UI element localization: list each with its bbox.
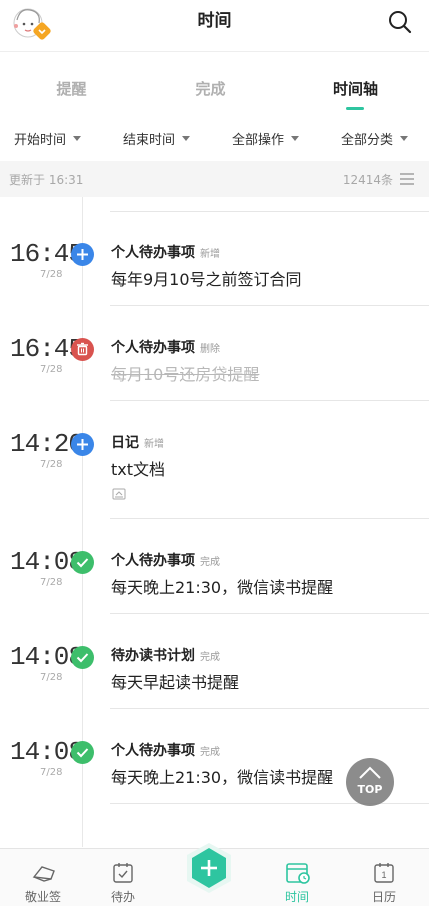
filter-start-time-label: 开始时间 bbox=[14, 133, 67, 148]
entry-date: 7/28 bbox=[40, 767, 63, 778]
caret-down-icon bbox=[73, 136, 82, 141]
entry-operation: 完成 bbox=[200, 652, 220, 663]
entry-operation: 完成 bbox=[200, 557, 220, 568]
nav-calendar[interactable]: 1 日历 bbox=[341, 849, 427, 906]
filter-category[interactable]: 全部分类 bbox=[341, 129, 409, 148]
attachment-icon[interactable] bbox=[112, 485, 126, 500]
entry-category-label: 个人待办事项 bbox=[111, 340, 195, 356]
divider bbox=[110, 211, 429, 212]
calendar-icon: 1 bbox=[374, 863, 394, 883]
filter-start-time[interactable]: 开始时间 bbox=[14, 129, 82, 148]
entry-category: 个人待办事项 新增 bbox=[111, 242, 220, 262]
entry-text: 每天晚上21:30，微信读书提醒 bbox=[111, 578, 334, 597]
tab-completed[interactable]: 完成 bbox=[139, 78, 282, 99]
record-count: 12414条 bbox=[342, 173, 393, 187]
tab-bar: 提醒 完成 时间轴 bbox=[0, 60, 429, 116]
active-tab-indicator bbox=[346, 107, 364, 110]
nav-jingyeqian[interactable]: 敬业签 bbox=[0, 849, 86, 906]
entry-text: 每天早起读书提醒 bbox=[111, 673, 240, 692]
entry-operation: 新增 bbox=[144, 439, 164, 450]
entry-date: 7/28 bbox=[40, 459, 63, 470]
svg-text:1: 1 bbox=[381, 870, 386, 880]
add-icon bbox=[187, 843, 231, 893]
add-button[interactable] bbox=[184, 841, 234, 895]
checkbox-icon bbox=[113, 863, 133, 883]
add-icon bbox=[71, 243, 94, 266]
filter-end-time[interactable]: 结束时间 bbox=[123, 129, 191, 148]
caret-down-icon bbox=[182, 136, 191, 141]
check-icon bbox=[71, 741, 94, 764]
nav-time[interactable]: 时间 bbox=[254, 849, 340, 906]
sync-status-bar: 更新于 16:31 12414条 bbox=[0, 161, 429, 197]
add-icon bbox=[71, 433, 94, 456]
filter-bar: 开始时间 结束时间 全部操作 全部分类 bbox=[0, 117, 429, 157]
filter-operation[interactable]: 全部操作 bbox=[232, 129, 300, 148]
nav-todo[interactable]: 待办 bbox=[80, 849, 166, 906]
check-icon bbox=[71, 646, 94, 669]
divider bbox=[110, 305, 429, 306]
trash-icon bbox=[71, 338, 94, 361]
chevron-up-icon bbox=[359, 766, 381, 779]
cloud-paper-icon bbox=[32, 866, 55, 882]
entry-text: 每月10号还房贷提醒 bbox=[111, 365, 260, 384]
caret-down-icon bbox=[291, 136, 300, 141]
updated-time: 更新于 16:31 bbox=[9, 173, 84, 187]
divider bbox=[110, 518, 429, 519]
scroll-to-top-button[interactable]: TOP bbox=[346, 758, 394, 806]
caret-down-icon bbox=[400, 136, 409, 141]
entry-category: 个人待办事项 删除 bbox=[111, 337, 220, 357]
calendar-clock-icon bbox=[286, 863, 310, 884]
entry-category-label: 日记 bbox=[111, 435, 139, 451]
entry-operation: 删除 bbox=[200, 344, 220, 355]
tab-timeline[interactable]: 时间轴 bbox=[284, 78, 427, 99]
nav-label: 敬业签 bbox=[24, 890, 61, 904]
divider bbox=[110, 708, 429, 709]
tab-reminders[interactable]: 提醒 bbox=[0, 78, 143, 99]
entry-text: 每年9月10号之前签订合同 bbox=[111, 270, 302, 289]
nav-label: 日历 bbox=[371, 890, 396, 904]
entry-category: 待办读书计划 完成 bbox=[111, 645, 220, 665]
entry-date: 7/28 bbox=[40, 269, 63, 280]
menu-icon[interactable] bbox=[400, 173, 414, 185]
entry-category: 个人待办事项 完成 bbox=[111, 740, 220, 760]
scroll-to-top-label: TOP bbox=[357, 783, 383, 796]
entry-category: 个人待办事项 完成 bbox=[111, 550, 220, 570]
entry-date: 7/28 bbox=[40, 672, 63, 683]
page-title: 时间 bbox=[197, 11, 232, 31]
entry-category-label: 个人待办事项 bbox=[111, 743, 195, 759]
search-icon[interactable] bbox=[387, 9, 413, 35]
entry-date: 7/28 bbox=[40, 577, 63, 588]
filter-end-time-label: 结束时间 bbox=[123, 133, 176, 148]
bottom-nav: 敬业签 待办 时间 1 日历 bbox=[0, 843, 429, 906]
filter-category-label: 全部分类 bbox=[341, 133, 394, 148]
entry-operation: 新增 bbox=[200, 249, 220, 260]
divider bbox=[110, 400, 429, 401]
nav-label: 时间 bbox=[284, 890, 309, 904]
check-icon bbox=[71, 551, 94, 574]
entry-text: txt文档 bbox=[111, 460, 166, 479]
app-header: 时间 bbox=[0, 0, 429, 52]
entry-category-label: 个人待办事项 bbox=[111, 553, 195, 569]
entry-category-label: 个人待办事项 bbox=[111, 245, 195, 261]
entry-date: 7/28 bbox=[40, 364, 63, 375]
entry-text: 每天晚上21:30，微信读书提醒 bbox=[111, 768, 334, 787]
entry-category: 日记 新增 bbox=[111, 432, 164, 452]
entry-category-label: 待办读书计划 bbox=[111, 648, 195, 664]
filter-operation-label: 全部操作 bbox=[232, 133, 285, 148]
divider bbox=[110, 613, 429, 614]
nav-label: 待办 bbox=[110, 890, 135, 904]
entry-operation: 完成 bbox=[200, 747, 220, 758]
timeline-list: 16:45 7/28 个人待办事项 新增 每年9月10号之前签订合同 16:45 … bbox=[0, 197, 429, 847]
